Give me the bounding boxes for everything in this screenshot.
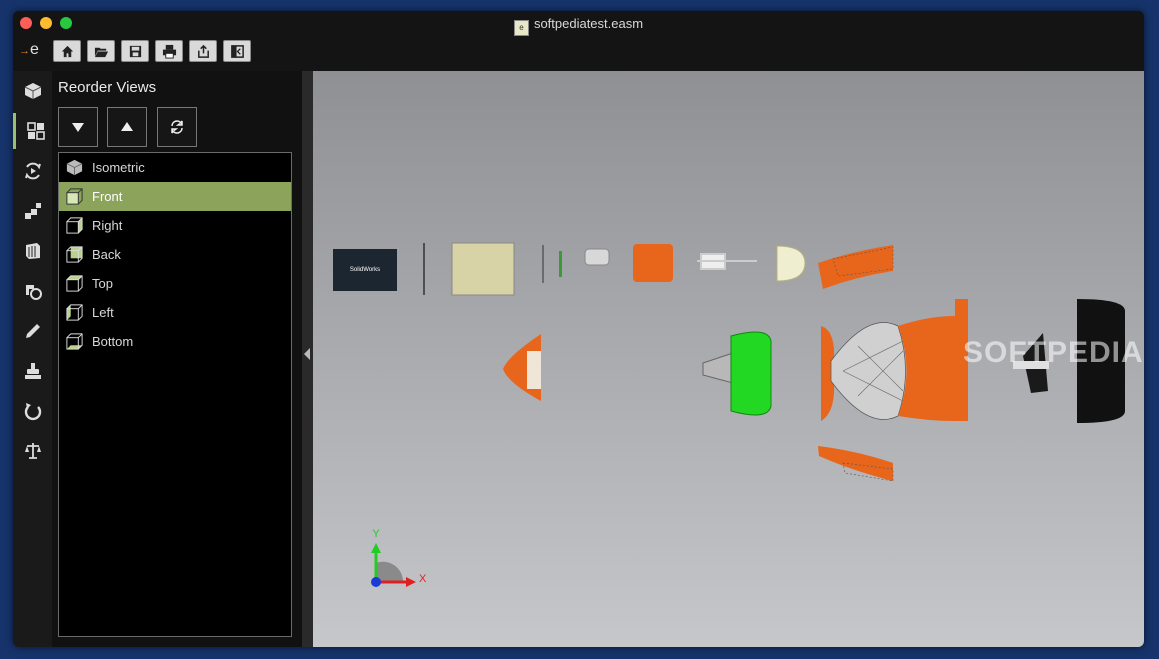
tool-reorder-views[interactable] [13, 113, 55, 149]
view-item-top[interactable]: Top [59, 269, 291, 298]
tool-pencil[interactable] [13, 313, 52, 349]
view-item-back[interactable]: Back [59, 240, 291, 269]
part-orange-cylinder [633, 244, 673, 282]
back-view-icon [66, 246, 83, 263]
panel-title: Reorder Views [58, 79, 157, 96]
stamp-icon [24, 363, 41, 379]
reorder-views-panel: Reorder Views Isometric Front Right Back… [52, 71, 302, 647]
part-motor [584, 248, 610, 266]
window-title: e softpediatest.easm [13, 16, 1144, 36]
view-item-left[interactable]: Left [59, 298, 291, 327]
3d-viewport[interactable]: SolidWorks Y X SOFTPEDIA [313, 71, 1144, 647]
softpedia-watermark: SOFTPEDIA [963, 336, 1144, 369]
home-button[interactable] [53, 40, 81, 62]
share-icon [197, 44, 209, 58]
move-down-icon [72, 123, 84, 132]
axis-triad: Y X [371, 528, 427, 587]
home-icon [61, 45, 73, 57]
panel-toggle-icon [230, 44, 244, 58]
print-button[interactable] [155, 40, 183, 62]
view-item-right[interactable]: Right [59, 211, 291, 240]
animation-icon [24, 162, 41, 180]
collapse-arrow-icon[interactable] [304, 348, 310, 360]
move-down-button[interactable] [58, 107, 98, 147]
x-axis-label: X [419, 573, 427, 585]
tool-sidebar [13, 71, 52, 647]
top-view-icon [66, 275, 83, 292]
app-logo: →e [19, 41, 39, 58]
tool-views[interactable] [13, 73, 52, 109]
open-button[interactable] [87, 40, 115, 62]
views-list: Isometric Front Right Back Top Left Bott… [58, 152, 292, 637]
y-axis-label: Y [372, 528, 380, 540]
tool-measure[interactable] [13, 433, 52, 469]
bottom-view-icon [66, 333, 83, 350]
views-cube-icon [24, 83, 41, 99]
print-icon [162, 44, 176, 59]
front-view-icon [66, 188, 83, 205]
components-icon [25, 243, 40, 259]
right-view-icon [66, 217, 83, 234]
move-up-icon [121, 122, 133, 131]
tool-animation[interactable] [13, 153, 52, 189]
refresh-icon [171, 120, 183, 134]
view-item-isometric[interactable]: Isometric [59, 153, 291, 182]
explode-icon [24, 203, 41, 219]
part-label-text: SolidWorks [350, 267, 380, 273]
tool-explode[interactable] [13, 193, 52, 229]
reorder-views-icon [26, 122, 45, 140]
title-bar: e softpediatest.easm →e [13, 11, 1144, 71]
toggle-panel-button[interactable] [223, 40, 251, 62]
save-icon [129, 45, 141, 57]
tool-stamp[interactable] [13, 353, 52, 389]
pencil-icon [25, 324, 40, 338]
move-up-button[interactable] [107, 107, 147, 147]
panel-splitter[interactable] [302, 71, 313, 647]
mark-up-icon [25, 285, 42, 300]
tool-mark-up[interactable] [13, 273, 52, 309]
isometric-cube-icon [66, 159, 83, 176]
app-window: e softpediatest.easm →e Reorder Views Is… [13, 11, 1144, 647]
save-button[interactable] [121, 40, 149, 62]
left-view-icon [66, 304, 83, 321]
tool-rotate[interactable] [13, 393, 52, 429]
share-button[interactable] [189, 40, 217, 62]
view-item-bottom[interactable]: Bottom [59, 327, 291, 356]
rotate-icon [24, 403, 41, 421]
document-icon: e [513, 20, 529, 36]
measure-balance-icon [24, 443, 41, 459]
part-battery [451, 242, 515, 296]
view-item-front[interactable]: Front [59, 182, 291, 211]
tool-components[interactable] [13, 233, 52, 269]
refresh-button[interactable] [157, 107, 197, 147]
folder-open-icon [94, 47, 108, 57]
